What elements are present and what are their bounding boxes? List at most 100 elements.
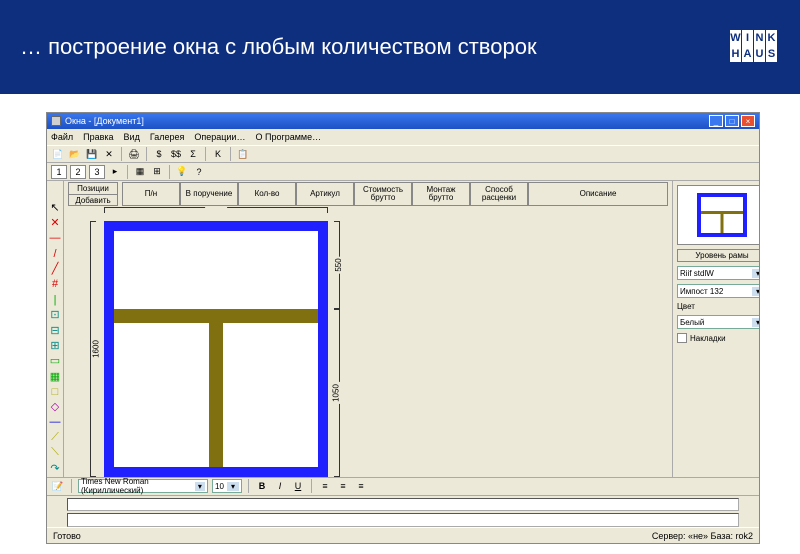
positions-tab[interactable]: Позиции — [68, 182, 118, 194]
select-tool-icon[interactable]: ↖ — [48, 201, 62, 214]
rotate-tool-icon[interactable]: ↷ — [48, 462, 62, 475]
font-size-dropdown[interactable]: 10▾ — [212, 479, 242, 493]
delete-icon[interactable]: ✕ — [102, 147, 116, 161]
text-tool-icon[interactable]: 📝 — [51, 479, 65, 493]
close-button[interactable]: × — [741, 115, 755, 127]
mullion-horizontal[interactable] — [114, 309, 318, 323]
box2-tool-icon[interactable]: ⊟ — [48, 324, 62, 337]
col-num[interactable]: П/н — [122, 182, 180, 206]
curve1-tool-icon[interactable]: ⟋ — [48, 431, 62, 444]
preview-thumbnail — [677, 185, 759, 245]
vline-tool-icon[interactable]: | — [48, 293, 62, 306]
view-1-button[interactable]: 1 — [51, 165, 67, 179]
underline-button[interactable]: U — [291, 479, 305, 493]
align-center-icon[interactable]: ≡ — [336, 479, 350, 493]
maximize-button[interactable]: □ — [725, 115, 739, 127]
box3-tool-icon[interactable]: ⊞ — [48, 339, 62, 352]
properties-panel: Уровень рамы Riif stdlW▾ Импост 132▾ Цве… — [672, 181, 759, 477]
sum-icon[interactable]: Σ — [186, 147, 200, 161]
chevron-down-icon: ▾ — [752, 287, 759, 296]
font-dropdown[interactable]: Times New Roman (Кириллический)▾ — [78, 479, 208, 493]
curve2-tool-icon[interactable]: ⟍ — [48, 446, 62, 459]
col-qty[interactable]: Кол-во — [238, 182, 296, 206]
col-cost[interactable]: Стоимость брутто — [354, 182, 412, 206]
open-icon[interactable]: 📂 — [68, 147, 82, 161]
menu-operations[interactable]: Операции… — [194, 132, 245, 142]
overlay-checkbox[interactable] — [677, 333, 687, 343]
window-frame[interactable] — [104, 221, 328, 477]
menu-file[interactable]: Файл — [51, 132, 73, 142]
mullion-vertical[interactable] — [209, 323, 223, 467]
window-title: Окна - [Документ1] — [65, 116, 144, 126]
add-button[interactable]: Добавить — [68, 194, 118, 206]
diamond-tool-icon[interactable]: ◇ — [48, 400, 62, 413]
bottom-panel: 📝 Times New Roman (Кириллический)▾ 10▾ B… — [47, 477, 759, 527]
chevron-down-icon: ▾ — [195, 482, 205, 491]
arrow-icon[interactable]: ▸ — [108, 165, 122, 179]
canvas-area: Позиции Добавить П/н В поручение Кол-во … — [64, 181, 672, 477]
hline-tool-icon[interactable]: — — [48, 232, 62, 245]
print-icon[interactable]: 🖨 — [127, 147, 141, 161]
box1-tool-icon[interactable]: ⊡ — [48, 308, 62, 321]
col-order[interactable]: В поручение — [180, 182, 238, 206]
menu-about[interactable]: О Программе… — [255, 132, 321, 142]
col-pricing[interactable]: Способ расценки — [470, 182, 528, 206]
color-dropdown[interactable]: Белый▾ — [677, 315, 759, 329]
left-toolbox: ↖ ✕ — / ╱ # | ⊡ ⊟ ⊞ ▭ ▦ □ ◇ — ⟋ ⟍ ↷ — [47, 181, 64, 477]
menu-edit[interactable]: Правка — [83, 132, 113, 142]
italic-button[interactable]: I — [273, 479, 287, 493]
line-tool-icon[interactable]: / — [48, 247, 62, 260]
ruler — [67, 498, 739, 512]
app-icon — [51, 116, 61, 126]
view-2-button[interactable]: 2 — [70, 165, 86, 179]
chevron-down-icon: ▾ — [752, 318, 759, 327]
slide-title: … построение окна с любым количеством ст… — [20, 33, 537, 62]
profile-dropdown[interactable]: Riif stdlW▾ — [677, 266, 759, 280]
status-right: Сервер: «не» База: rok2 — [652, 531, 753, 541]
minimize-button[interactable]: _ — [709, 115, 723, 127]
drawing-canvas[interactable]: 1400 1600 550 1050 700 700 — [64, 207, 672, 477]
level-label: Уровень рамы — [677, 249, 759, 262]
logo: W I N K H A U S — [730, 30, 780, 64]
save-icon[interactable]: 💾 — [85, 147, 99, 161]
menu-gallery[interactable]: Галерея — [150, 132, 185, 142]
text-area[interactable] — [67, 513, 739, 527]
sep-tool-icon[interactable]: — — [48, 416, 62, 429]
delete-tool-icon[interactable]: ✕ — [48, 216, 62, 229]
fill-tool-icon[interactable]: ▦ — [48, 370, 62, 383]
rect-tool-icon[interactable]: ▭ — [48, 354, 62, 367]
main-area: ↖ ✕ — / ╱ # | ⊡ ⊟ ⊞ ▭ ▦ □ ◇ — ⟋ ⟍ ↷ Пози… — [47, 181, 759, 477]
chevron-down-icon: ▾ — [752, 269, 759, 278]
diag-tool-icon[interactable]: ╱ — [48, 262, 62, 275]
status-bar: Готово Сервер: «не» База: rok2 — [47, 527, 759, 543]
new-icon[interactable]: 📄 — [51, 147, 65, 161]
col-article[interactable]: Артикул — [296, 182, 354, 206]
dimension-right: 550 1050 — [332, 221, 344, 477]
toolbar-secondary: 1 2 3 ▸ ▦ ⊞ 💡 ? — [47, 163, 759, 181]
grid1-icon[interactable]: ▦ — [133, 165, 147, 179]
impost-dropdown[interactable]: Импост 132▾ — [677, 284, 759, 298]
square-tool-icon[interactable]: □ — [48, 385, 62, 398]
price2-icon[interactable]: $$ — [169, 147, 183, 161]
paste-icon[interactable]: 📋 — [236, 147, 250, 161]
window-drawing[interactable] — [104, 221, 328, 477]
help-icon[interactable]: ? — [192, 165, 206, 179]
toolbar-main: 📄 📂 💾 ✕ 🖨 $ $$ Σ K 📋 — [47, 145, 759, 163]
price-icon[interactable]: $ — [152, 147, 166, 161]
grid-tool-icon[interactable]: # — [48, 278, 62, 291]
bold-button[interactable]: B — [255, 479, 269, 493]
align-left-icon[interactable]: ≡ — [318, 479, 332, 493]
overlay-checkbox-row[interactable]: Накладки — [677, 333, 759, 343]
menu-view[interactable]: Вид — [124, 132, 140, 142]
bulb-icon[interactable]: 💡 — [175, 165, 189, 179]
col-mount[interactable]: Монтаж брутто — [412, 182, 470, 206]
align-right-icon[interactable]: ≡ — [354, 479, 368, 493]
columns-header: Позиции Добавить П/н В поручение Кол-во … — [64, 181, 672, 207]
menu-bar: Файл Правка Вид Галерея Операции… О Прог… — [47, 129, 759, 145]
dimension-left: 1600 — [90, 221, 102, 477]
col-desc[interactable]: Описание — [528, 182, 668, 206]
k-icon[interactable]: K — [211, 147, 225, 161]
view-3-button[interactable]: 3 — [89, 165, 105, 179]
grid2-icon[interactable]: ⊞ — [150, 165, 164, 179]
chevron-down-icon: ▾ — [227, 482, 239, 491]
